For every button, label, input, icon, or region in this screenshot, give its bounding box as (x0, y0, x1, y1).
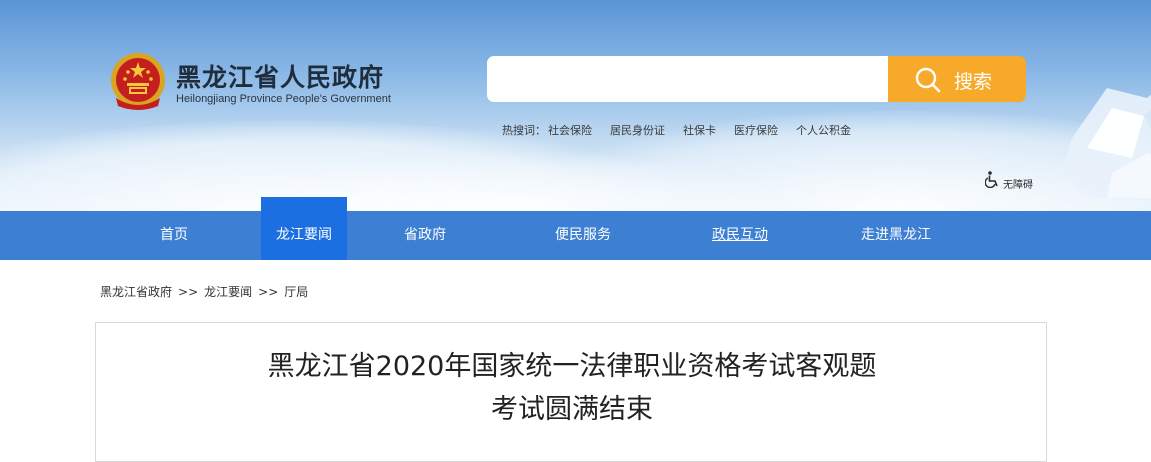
search-input[interactable] (487, 56, 888, 102)
search-button[interactable]: 搜索 (888, 56, 1026, 102)
hot-search-link[interactable]: 社保卡 (683, 122, 716, 138)
hot-search-words: 热搜词： 社会保险 居民身份证 社保卡 医疗保险 个人公积金 (502, 122, 869, 138)
breadcrumb-separator: >> (258, 285, 279, 299)
nav-item-interaction[interactable]: 政民互动 (694, 211, 786, 260)
breadcrumb-link[interactable]: 龙江要闻 (204, 285, 252, 299)
breadcrumb-link[interactable]: 厅局 (284, 285, 308, 299)
site-title: 黑龙江省人民政府 (176, 63, 385, 92)
article-container: 黑龙江省2020年国家统一法律职业资格考试客观题考试圆满结束 (95, 322, 1047, 462)
main-nav: 首页 龙江要闻 省政府 便民服务 政民互动 走进黑龙江 (0, 197, 1151, 260)
article-title: 黑龙江省2020年国家统一法律职业资格考试客观题考试圆满结束 (267, 351, 877, 425)
search-icon (915, 67, 941, 93)
breadcrumb: 黑龙江省政府 >> 龙江要闻 >> 厅局 (100, 283, 308, 300)
wheelchair-icon (985, 171, 998, 188)
nav-item-public-services[interactable]: 便民服务 (537, 211, 629, 260)
national-emblem-icon (111, 53, 165, 110)
breadcrumb-link[interactable]: 黑龙江省政府 (100, 285, 172, 299)
hot-search-label: 热搜词： (502, 124, 546, 137)
nav-item-provincial-government[interactable]: 省政府 (380, 211, 470, 260)
search-button-label: 搜索 (954, 71, 993, 93)
hot-search-link[interactable]: 社会保险 (548, 122, 592, 138)
accessibility-label: 无障碍 (1003, 180, 1033, 191)
ice-decoration-icon (1062, 88, 1151, 198)
hot-search-link[interactable]: 个人公积金 (796, 122, 851, 138)
site-subtitle: Heilongjiang Province People's Governmen… (176, 93, 391, 105)
hot-search-link[interactable]: 居民身份证 (610, 122, 665, 138)
nav-item-about-heilongjiang[interactable]: 走进黑龙江 (846, 211, 946, 260)
hot-search-link[interactable]: 医疗保险 (734, 122, 778, 138)
site-header: 黑龙江省人民政府 Heilongjiang Province People's … (0, 0, 1151, 211)
nav-item-longjiang-news[interactable]: 龙江要闻 (261, 197, 347, 260)
breadcrumb-separator: >> (178, 285, 199, 299)
nav-item-home[interactable]: 首页 (130, 211, 218, 260)
